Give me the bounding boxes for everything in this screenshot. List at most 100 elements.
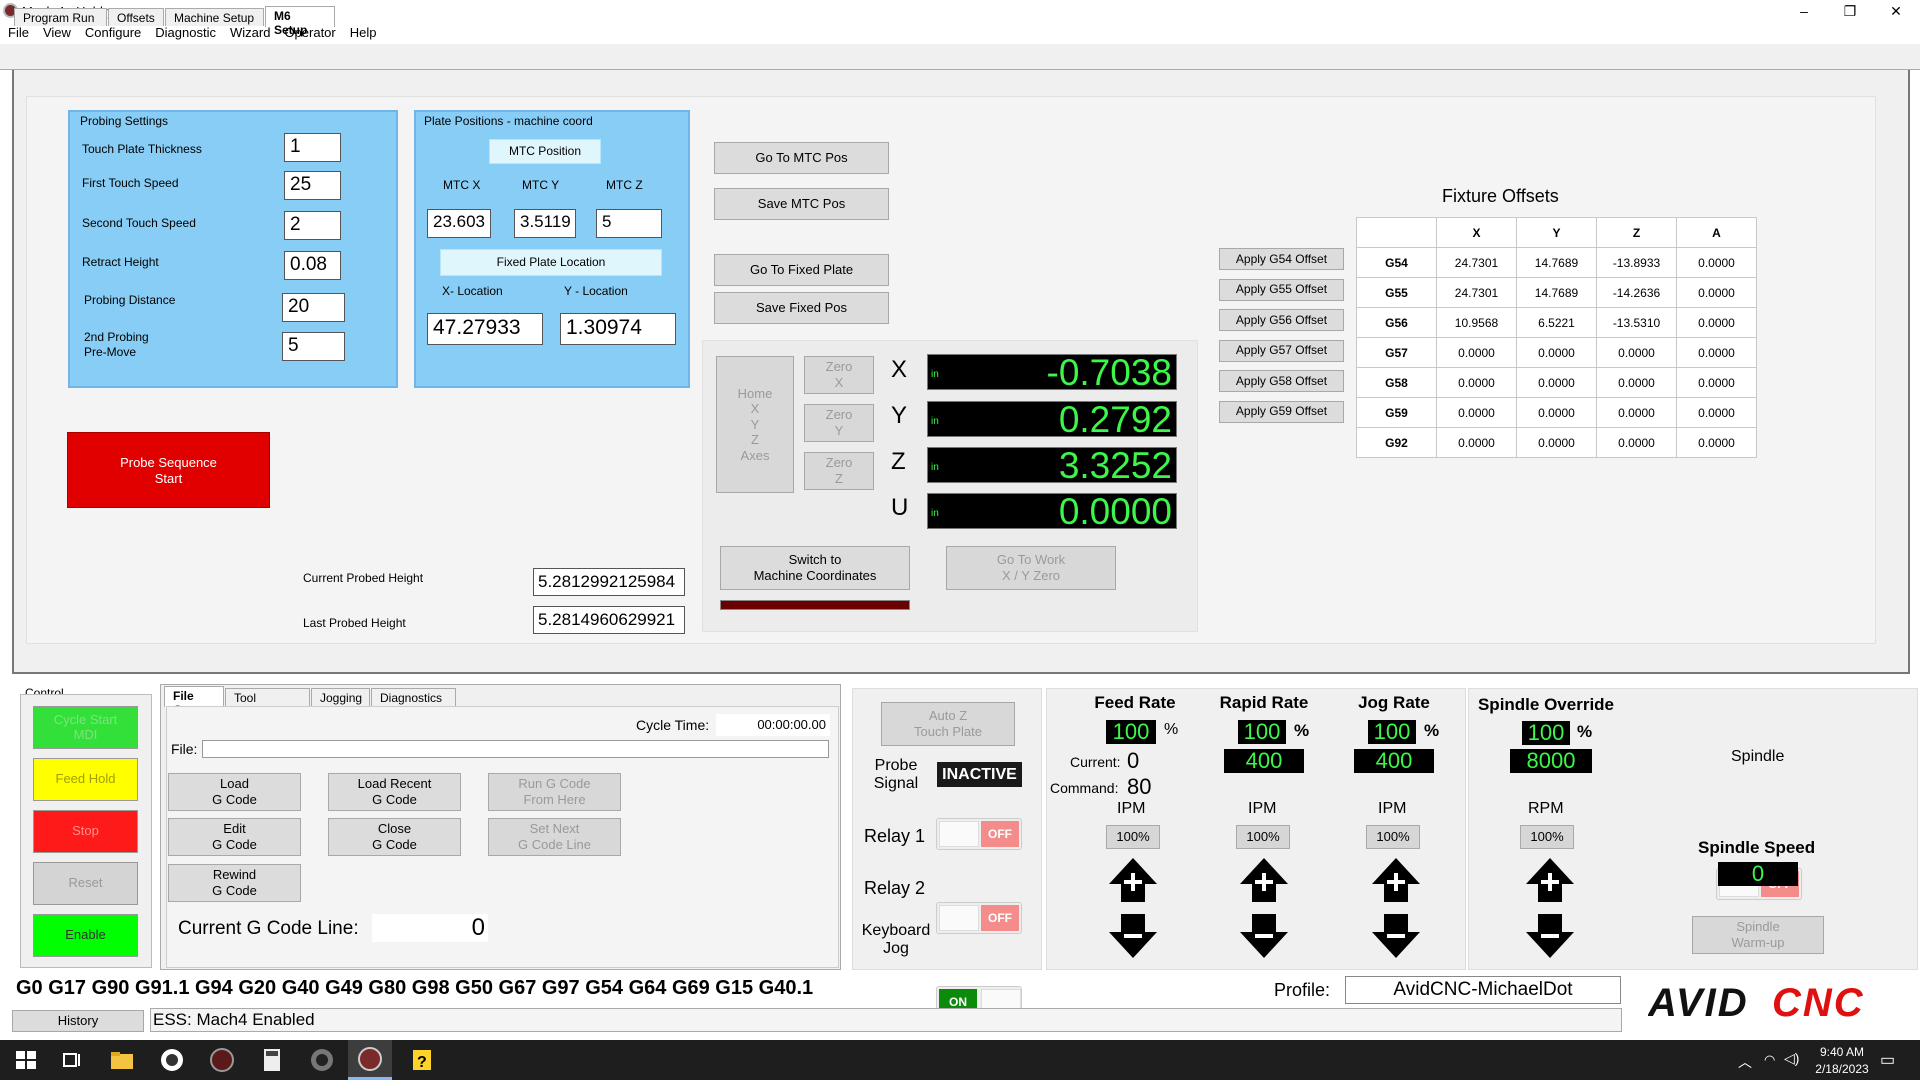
zero-x-button[interactable]: Zero X [804, 356, 874, 394]
touch-plate-input[interactable]: 1 [284, 133, 341, 162]
clock-date[interactable]: 2/18/2023 [1812, 1062, 1872, 1076]
fixture-cell[interactable]: 0.0000 [1436, 367, 1517, 398]
fixture-cell[interactable]: 0.0000 [1676, 277, 1757, 308]
tab-file-ops[interactable]: File Ops [164, 686, 224, 717]
premove-input[interactable]: 5 [282, 332, 345, 361]
jog-100-button[interactable]: 100% [1366, 825, 1420, 849]
fixture-cell[interactable]: 0.0000 [1436, 337, 1517, 368]
apply-g54-offset-button[interactable]: Apply G54 Offset [1219, 248, 1344, 270]
task-view-icon[interactable] [58, 1046, 86, 1074]
network-icon[interactable]: ◠ [1764, 1052, 1775, 1068]
load-recent-button[interactable]: Load Recent G Code [328, 773, 461, 811]
fixture-cell[interactable]: 0.0000 [1676, 247, 1757, 278]
fixture-cell[interactable]: 0.0000 [1436, 397, 1517, 428]
set-next-line-button[interactable]: Set Next G Code Line [488, 818, 621, 856]
save-fixed-pos-button[interactable]: Save Fixed Pos [714, 292, 889, 324]
minimize-button[interactable]: – [1781, 0, 1827, 22]
notification-icon[interactable]: ▭ [1880, 1050, 1895, 1070]
stop-button[interactable]: Stop [33, 810, 138, 853]
apply-g57-offset-button[interactable]: Apply G57 Offset [1219, 339, 1344, 362]
restore-button[interactable]: ❐ [1827, 0, 1873, 22]
tab-jogging[interactable]: Jogging [311, 688, 370, 706]
home-axes-button[interactable]: Home X Y Z Axes [716, 356, 794, 493]
cycle-start-button[interactable]: Cycle Start MDI [33, 706, 138, 749]
fixture-cell[interactable]: 0.0000 [1596, 367, 1677, 398]
rapid-increase-icon[interactable] [1238, 856, 1290, 904]
rewind-gcode-button[interactable]: Rewind G Code [168, 864, 301, 902]
go-to-mtc-button[interactable]: Go To MTC Pos [714, 142, 889, 174]
apply-g56-offset-button[interactable]: Apply G56 Offset [1219, 309, 1344, 331]
load-gcode-button[interactable]: Load G Code [168, 773, 301, 811]
help-app-icon[interactable]: ? [408, 1046, 436, 1074]
mach4-taskbar-active[interactable] [348, 1040, 392, 1080]
fixture-cell[interactable]: 10.9568 [1436, 307, 1517, 338]
fixture-cell[interactable]: 0.0000 [1516, 427, 1597, 458]
first-speed-input[interactable]: 25 [284, 171, 341, 200]
mtc-y-input[interactable]: 3.5119 [514, 209, 576, 238]
fixture-cell[interactable]: -13.5310 [1596, 307, 1677, 338]
apply-g59-offset-button[interactable]: Apply G59 Offset [1219, 400, 1344, 423]
feed-increase-icon[interactable] [1107, 856, 1159, 904]
spindle-decrease-icon[interactable] [1524, 912, 1576, 960]
fixture-cell[interactable]: 14.7689 [1516, 277, 1597, 308]
fixture-cell[interactable]: 0.0000 [1596, 337, 1677, 368]
retract-input[interactable]: 0.08 [284, 251, 341, 280]
fixture-cell[interactable]: 0.0000 [1596, 397, 1677, 428]
mtc-x-input[interactable]: 23.603 [427, 209, 491, 238]
fixture-cell[interactable]: 0.0000 [1676, 307, 1757, 338]
go-to-work-zero-button[interactable]: Go To Work X / Y Zero [946, 546, 1116, 590]
tab-offsets[interactable]: Offsets [108, 8, 164, 26]
probe-sequence-start-button[interactable]: Probe Sequence Start [67, 432, 270, 508]
fixture-cell[interactable]: 0.0000 [1436, 427, 1517, 458]
rapid-decrease-icon[interactable] [1238, 912, 1290, 960]
windows-start-icon[interactable] [12, 1046, 40, 1074]
x-location-input[interactable]: 47.27933 [427, 313, 543, 345]
fixture-cell[interactable]: 24.7301 [1436, 277, 1517, 308]
fixture-cell[interactable]: 6.5221 [1516, 307, 1597, 338]
fixture-cell[interactable]: -14.2636 [1596, 277, 1677, 308]
rapid-100-button[interactable]: 100% [1236, 825, 1290, 849]
file-explorer-icon[interactable] [108, 1046, 136, 1074]
volume-icon[interactable]: ◁) [1784, 1050, 1799, 1067]
edit-gcode-button[interactable]: Edit G Code [168, 818, 301, 856]
app-icon-2[interactable] [158, 1046, 186, 1074]
save-mtc-button[interactable]: Save MTC Pos [714, 188, 889, 220]
switch-machine-coords-button[interactable]: Switch to Machine Coordinates [720, 546, 910, 590]
app-icon-3[interactable] [208, 1046, 236, 1074]
fixture-cell[interactable]: -13.8933 [1596, 247, 1677, 278]
zero-y-button[interactable]: Zero Y [804, 404, 874, 442]
go-to-fixed-plate-button[interactable]: Go To Fixed Plate [714, 254, 889, 286]
second-speed-input[interactable]: 2 [284, 211, 341, 240]
fixture-cell[interactable]: 0.0000 [1516, 367, 1597, 398]
tray-chevron-icon[interactable]: ︿ [1738, 1052, 1752, 1072]
relay-1-toggle[interactable]: OFF [936, 818, 1022, 850]
fixture-cell[interactable]: 0.0000 [1676, 337, 1757, 368]
spindle-increase-icon[interactable] [1524, 856, 1576, 904]
apply-g58-offset-button[interactable]: Apply G58 Offset [1219, 370, 1344, 392]
tab-diagnostics[interactable]: Diagnostics [371, 688, 456, 706]
file-path-field[interactable] [202, 740, 829, 758]
spindle-100-button[interactable]: 100% [1520, 825, 1574, 849]
fixture-cell[interactable]: 0.0000 [1676, 367, 1757, 398]
auto-z-touch-plate-button[interactable]: Auto Z Touch Plate [881, 702, 1015, 746]
feed-hold-button[interactable]: Feed Hold [33, 758, 138, 801]
fixture-cell[interactable]: 0.0000 [1676, 397, 1757, 428]
y-location-input[interactable]: 1.30974 [560, 313, 676, 345]
relay-2-toggle[interactable]: OFF [936, 902, 1022, 934]
feed-100-button[interactable]: 100% [1106, 825, 1160, 849]
mtc-z-input[interactable]: 5 [596, 209, 662, 238]
fixture-cell[interactable]: 0.0000 [1676, 427, 1757, 458]
fixture-cell[interactable]: 0.0000 [1596, 427, 1677, 458]
fixture-cell[interactable]: 24.7301 [1436, 247, 1517, 278]
tab-machine-setup[interactable]: Machine Setup [165, 8, 264, 26]
close-gcode-button[interactable]: Close G Code [328, 818, 461, 856]
fixture-cell[interactable]: 0.0000 [1516, 337, 1597, 368]
app-icon-5[interactable] [308, 1046, 336, 1074]
fixture-cell[interactable]: 0.0000 [1516, 397, 1597, 428]
distance-input[interactable]: 20 [282, 293, 345, 322]
jog-increase-icon[interactable] [1370, 856, 1422, 904]
feed-decrease-icon[interactable] [1107, 912, 1159, 960]
run-from-here-button[interactable]: Run G Code From Here [488, 773, 621, 811]
history-button[interactable]: History [12, 1010, 144, 1032]
close-button[interactable]: ✕ [1873, 0, 1919, 22]
